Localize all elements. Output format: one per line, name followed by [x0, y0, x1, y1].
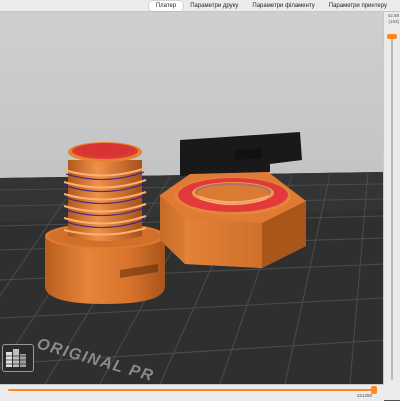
layer-top-readout: 42,58 (153)	[384, 13, 399, 24]
scene-canvas: ORIGINAL PR	[0, 132, 384, 385]
layer-slider-top-handle[interactable]	[387, 34, 397, 39]
3d-viewport[interactable]: ORIGINAL PR	[0, 0, 384, 400]
tab-plater[interactable]: Платер	[148, 0, 184, 11]
tab-filament-settings[interactable]: Параметри філаменту	[245, 1, 321, 11]
tab-print-settings[interactable]: Параметри друку	[183, 1, 245, 11]
layer-slider-track[interactable]	[391, 38, 393, 380]
nut-model[interactable]	[160, 172, 306, 268]
move-slider-track[interactable]	[8, 389, 372, 391]
tab-printer-settings[interactable]: Параметри принтеру	[322, 1, 394, 11]
layers-legend-icon[interactable]	[2, 344, 34, 372]
tab-bar: Платер Параметри друку Параметри філамен…	[0, 0, 400, 12]
move-slider-value: 221250	[356, 393, 372, 398]
move-slider: 221250	[0, 384, 384, 401]
layer-slider-panel	[383, 12, 400, 400]
layer-top-index: (153)	[388, 18, 399, 24]
